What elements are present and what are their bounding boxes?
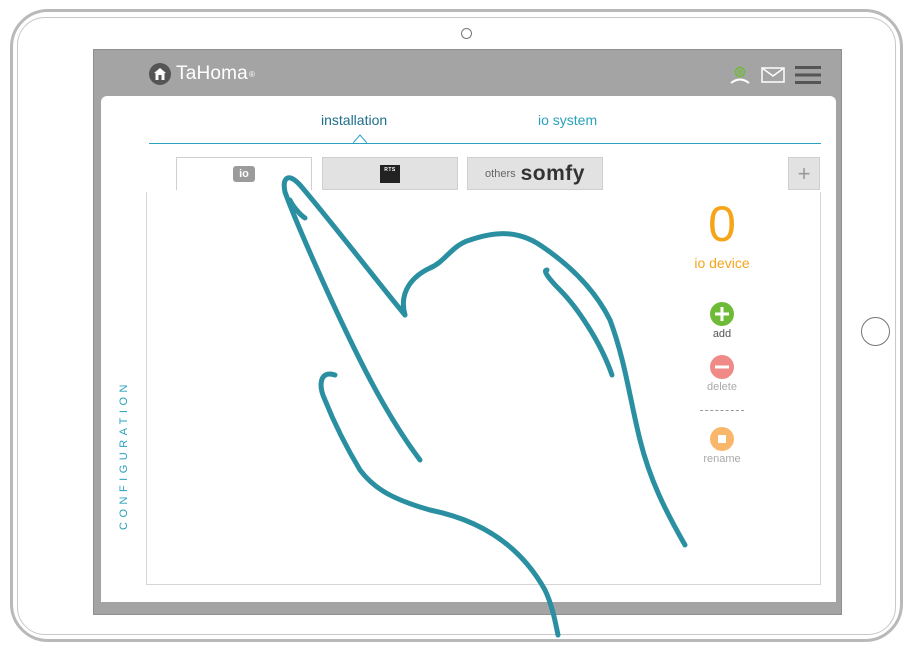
top-bar: TaHoma ® [94,50,841,96]
io-logo: io [233,166,255,182]
rename-label: rename [703,453,741,465]
protocol-tabs: io RTS others somfy [176,157,816,190]
somfy-logo: somfy [520,161,585,185]
delete-button[interactable]: delete [682,355,762,393]
camera-icon [461,28,472,39]
subtab-rts[interactable]: RTS [322,157,458,190]
active-tab-caret [353,134,367,144]
house-icon [149,63,171,85]
tab-installation[interactable]: installation [321,112,387,128]
home-button[interactable] [861,317,890,346]
subtab-io[interactable]: io [176,157,312,190]
device-count-label: io device [694,255,750,271]
add-label: add [712,328,732,340]
device-count: 0 [708,196,736,252]
brand-name: TaHoma [176,63,248,84]
add-button[interactable]: add [682,302,762,340]
subtab-others-somfy[interactable]: others somfy [467,157,603,190]
tab-io-system[interactable]: io system [538,112,597,128]
others-label: others [485,167,516,180]
registered-mark: ® [248,69,255,79]
plus-icon [710,302,734,326]
mail-icon[interactable] [761,67,785,83]
main-tabs: installation io system [149,96,821,144]
rename-button[interactable]: rename [682,427,762,465]
tahoma-logo: TaHoma ® [149,63,255,85]
configuration-label: CONFIGURATION [118,380,130,530]
rts-logo-text: RTS [384,166,396,173]
top-icons [729,66,821,84]
actions-divider [700,410,744,411]
user-at-icon[interactable] [729,66,751,84]
add-tab-button[interactable]: + [788,157,820,190]
delete-label: delete [707,381,737,393]
rts-logo: RTS [380,164,400,183]
hamburger-menu-icon[interactable] [795,66,821,84]
stop-icon [710,427,734,451]
minus-icon [710,355,734,379]
